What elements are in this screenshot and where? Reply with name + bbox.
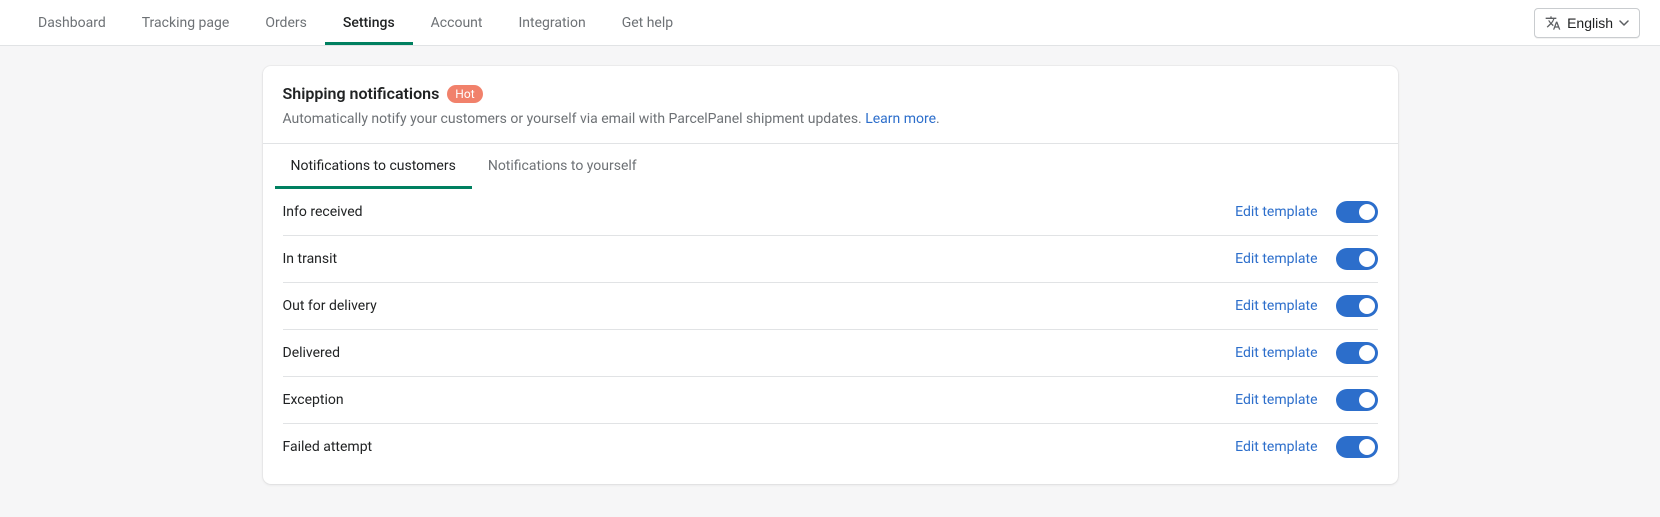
language-selector[interactable]: English bbox=[1534, 8, 1640, 38]
row-label: Out for delivery bbox=[283, 298, 377, 314]
nav-orders[interactable]: Orders bbox=[247, 0, 325, 45]
toggle-exception[interactable] bbox=[1336, 389, 1378, 411]
card-header: Shipping notifications Hot Automatically… bbox=[263, 66, 1398, 143]
top-nav: Dashboard Tracking page Orders Settings … bbox=[0, 0, 1660, 46]
row-in-transit: In transit Edit template bbox=[283, 236, 1378, 283]
top-nav-left: Dashboard Tracking page Orders Settings … bbox=[20, 0, 691, 45]
row-controls: Edit template bbox=[1235, 342, 1377, 364]
edit-template-link[interactable]: Edit template bbox=[1235, 392, 1317, 408]
row-out-for-delivery: Out for delivery Edit template bbox=[283, 283, 1378, 330]
content: Shipping notifications Hot Automatically… bbox=[263, 66, 1398, 484]
learn-more-link[interactable]: Learn more bbox=[865, 111, 936, 127]
row-exception: Exception Edit template bbox=[283, 377, 1378, 424]
subtitle-period: . bbox=[936, 111, 940, 127]
edit-template-link[interactable]: Edit template bbox=[1235, 298, 1317, 314]
tab-notifications-customers[interactable]: Notifications to customers bbox=[275, 144, 472, 189]
shipping-notifications-card: Shipping notifications Hot Automatically… bbox=[263, 66, 1398, 484]
toggle-out-for-delivery[interactable] bbox=[1336, 295, 1378, 317]
row-controls: Edit template bbox=[1235, 436, 1377, 458]
chevron-down-icon bbox=[1619, 18, 1629, 28]
nav-integration[interactable]: Integration bbox=[500, 0, 603, 45]
row-label: Failed attempt bbox=[283, 439, 373, 455]
edit-template-link[interactable]: Edit template bbox=[1235, 251, 1317, 267]
row-failed-attempt: Failed attempt Edit template bbox=[283, 424, 1378, 470]
toggle-info-received[interactable] bbox=[1336, 201, 1378, 223]
nav-get-help[interactable]: Get help bbox=[604, 0, 691, 45]
hot-badge: Hot bbox=[447, 85, 482, 103]
tabs: Notifications to customers Notifications… bbox=[263, 143, 1398, 189]
language-label: English bbox=[1567, 15, 1613, 31]
row-controls: Edit template bbox=[1235, 389, 1377, 411]
nav-settings[interactable]: Settings bbox=[325, 0, 413, 45]
row-label: Delivered bbox=[283, 345, 340, 361]
row-controls: Edit template bbox=[1235, 295, 1377, 317]
edit-template-link[interactable]: Edit template bbox=[1235, 345, 1317, 361]
subtitle-text: Automatically notify your customers or y… bbox=[283, 111, 866, 127]
tab-notifications-yourself[interactable]: Notifications to yourself bbox=[472, 144, 653, 189]
notification-rows: Info received Edit template In transit E… bbox=[263, 189, 1398, 484]
card-subtitle: Automatically notify your customers or y… bbox=[283, 111, 1378, 127]
card-title: Shipping notifications bbox=[283, 84, 440, 103]
toggle-delivered[interactable] bbox=[1336, 342, 1378, 364]
row-label: Info received bbox=[283, 204, 363, 220]
row-info-received: Info received Edit template bbox=[283, 189, 1378, 236]
translate-icon bbox=[1545, 15, 1561, 31]
toggle-failed-attempt[interactable] bbox=[1336, 436, 1378, 458]
row-label: Exception bbox=[283, 392, 344, 408]
edit-template-link[interactable]: Edit template bbox=[1235, 439, 1317, 455]
row-label: In transit bbox=[283, 251, 338, 267]
nav-account[interactable]: Account bbox=[413, 0, 501, 45]
row-delivered: Delivered Edit template bbox=[283, 330, 1378, 377]
edit-template-link[interactable]: Edit template bbox=[1235, 204, 1317, 220]
title-row: Shipping notifications Hot bbox=[283, 84, 1378, 103]
row-controls: Edit template bbox=[1235, 248, 1377, 270]
nav-dashboard[interactable]: Dashboard bbox=[20, 0, 124, 45]
nav-tracking-page[interactable]: Tracking page bbox=[124, 0, 248, 45]
toggle-in-transit[interactable] bbox=[1336, 248, 1378, 270]
row-controls: Edit template bbox=[1235, 201, 1377, 223]
